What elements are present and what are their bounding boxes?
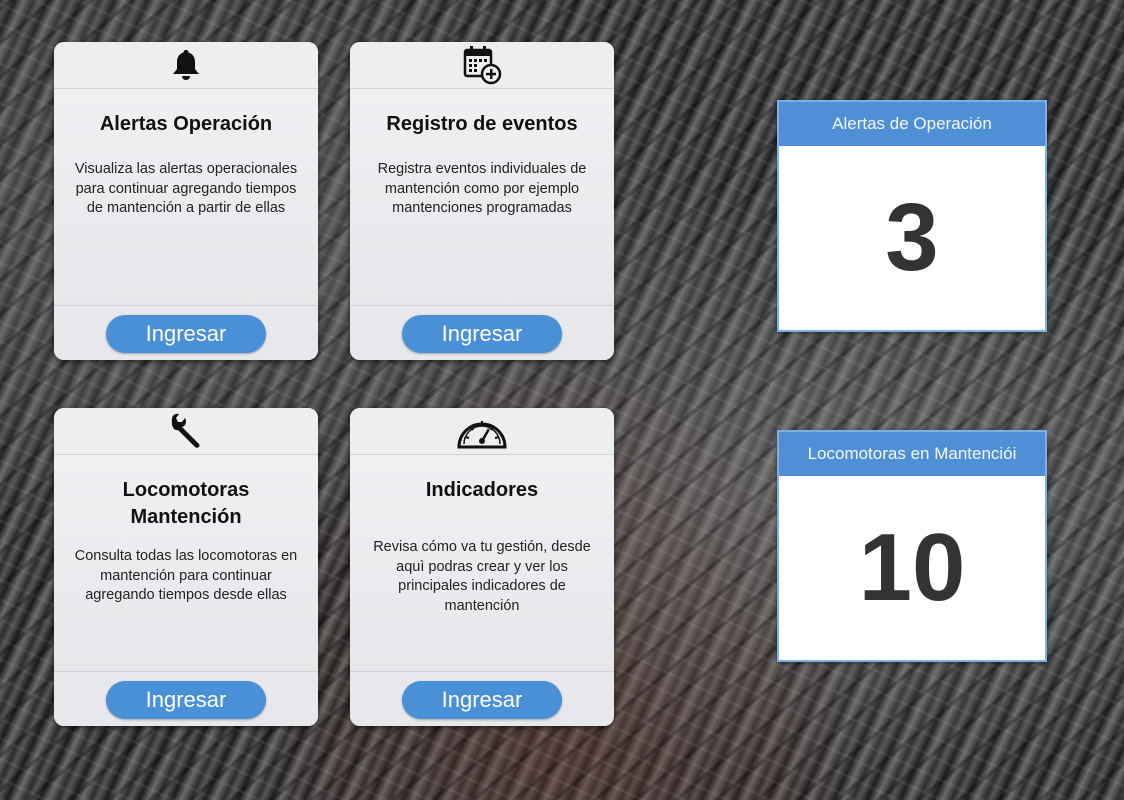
stat-alertas-operacion: Alertas de Operación 3 [777,100,1047,332]
stat-value: 10 [858,514,966,621]
card-title: Locomotoras Mantención [122,479,250,528]
ingresar-button-registro[interactable]: Ingresar [402,315,562,353]
ingresar-button-locomotoras[interactable]: Ingresar [106,681,266,719]
card-footer: Ingresar [350,671,614,726]
ingresar-button-alertas[interactable]: Ingresar [106,315,266,353]
stat-label: Locomotoras en Mantenciói [779,432,1045,476]
calendar-add-icon [461,44,503,86]
card-title: Registro de eventos [386,113,578,135]
card-description: Revisa cómo va tu gestión, desde aquì po… [373,539,591,614]
card-registro-eventos: Registro de eventos Registra eventos ind… [350,42,614,360]
stat-locomotoras-mantencion: Locomotoras en Mantenciói 10 [777,430,1047,662]
card-description: Registra eventos individuales de mantenc… [377,161,587,216]
card-description: Consulta todas las locomotoras en manten… [74,548,298,603]
card-footer: Ingresar [54,305,318,360]
card-description: Visualiza las alertas operacionales para… [74,161,298,216]
card-title: Indicadores [425,479,539,501]
stat-label: Alertas de Operación [779,102,1045,146]
ingresar-button-indicadores[interactable]: Ingresar [402,681,562,719]
wrench-icon [166,411,206,451]
bell-icon [168,47,204,83]
card-header [54,408,318,455]
card-header [54,42,318,89]
stat-value: 3 [885,184,939,291]
card-header [350,42,614,89]
card-footer: Ingresar [54,671,318,726]
card-footer: Ingresar [350,305,614,360]
card-header [350,408,614,455]
card-title: Alertas Operación [99,113,273,135]
gauge-icon [455,411,509,451]
card-indicadores: Indicadores Revisa cómo va tu gestión, d… [350,408,614,726]
card-alertas-operacion: Alertas Operación Visualiza las alertas … [54,42,318,360]
card-locomotoras-mantencion: Locomotoras Mantención Consulta todas la… [54,408,318,726]
